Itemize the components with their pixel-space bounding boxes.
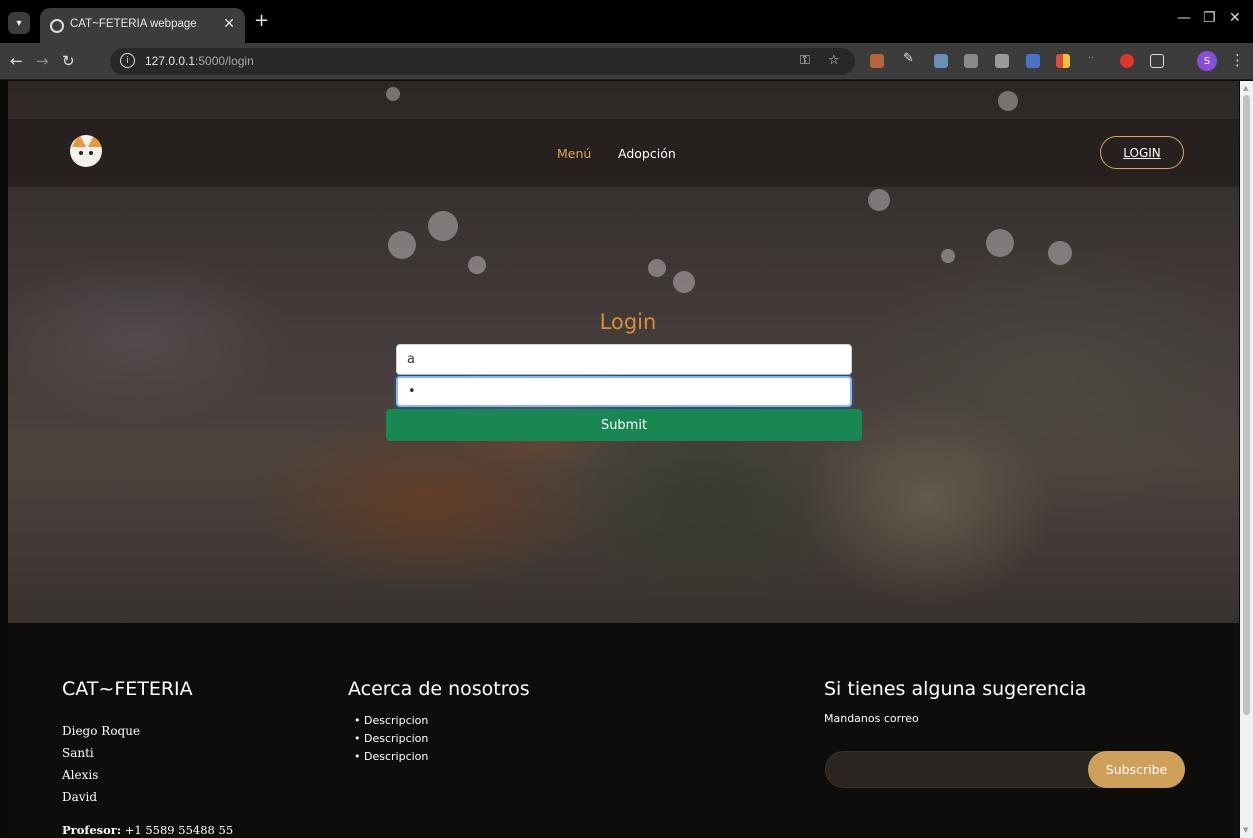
- site-info-icon[interactable]: i: [120, 53, 135, 68]
- globe-icon: [50, 19, 64, 33]
- back-icon[interactable]: ←: [10, 52, 23, 70]
- bookmark-star-icon[interactable]: ☆: [828, 53, 840, 68]
- minimize-icon[interactable]: —: [1177, 10, 1191, 26]
- browser-tab[interactable]: CAT~FETERIA webpage ✕: [40, 8, 245, 44]
- browser-tab-bar: ▾ CAT~FETERIA webpage ✕ + — ❐ ✕: [0, 0, 1253, 44]
- list-item: Descripcion: [364, 748, 428, 766]
- list-item: Descripcion: [364, 730, 428, 748]
- extension-icon[interactable]: [1026, 54, 1040, 68]
- site-footer: CAT~FETERIA Diego Roque Santi Alexis Dav…: [8, 623, 1239, 838]
- password-input[interactable]: •: [396, 376, 852, 407]
- new-tab-icon[interactable]: +: [254, 10, 269, 31]
- team-member: Santi: [62, 746, 94, 760]
- profesor-phone: +1 5589 55488 55: [124, 823, 234, 837]
- footer-team-list: Diego Roque Santi Alexis David: [62, 720, 140, 808]
- browser-toolbar: ← → ↻ i 127.0.0.1:5000/login ⚿ ☆ ✎ ·· S …: [0, 43, 1253, 80]
- scroll-down-icon[interactable]: ▼: [1243, 826, 1248, 834]
- puzzle-extensions-icon[interactable]: [1150, 54, 1164, 68]
- site-navbar: Menú Adopción LOGIN: [8, 119, 1239, 187]
- window-close-icon[interactable]: ✕: [1229, 10, 1241, 26]
- more-extensions-icon[interactable]: ··: [1088, 53, 1102, 67]
- tab-title: CAT~FETERIA webpage: [70, 18, 197, 30]
- login-title: Login: [599, 310, 657, 334]
- subscribe-button[interactable]: Subscribe: [1088, 751, 1185, 788]
- tab-search-chevron-icon[interactable]: ▾: [8, 12, 30, 34]
- footer-about-list: Descripcion Descripcion Descripcion: [364, 712, 428, 766]
- extension-icon[interactable]: [1056, 54, 1070, 68]
- submit-button[interactable]: Submit: [386, 409, 862, 441]
- footer-suggest-subtitle: Mandanos correo: [824, 712, 919, 725]
- footer-about-title: Acerca de nosotros: [348, 678, 530, 700]
- extension-icon[interactable]: [995, 54, 1009, 68]
- footer-profesor: Profesor: +1 5589 55488 55: [62, 823, 234, 837]
- page-scrollbar[interactable]: ▲ ▼: [1240, 81, 1253, 838]
- profile-avatar[interactable]: S: [1197, 51, 1217, 71]
- url-text: 127.0.0.1:5000/login: [145, 54, 254, 68]
- team-member: Diego Roque: [62, 724, 141, 738]
- scrollbar-thumb[interactable]: [1243, 95, 1250, 715]
- team-member: David: [62, 790, 98, 804]
- list-item: Descripcion: [364, 712, 428, 730]
- footer-brand: CAT~FETERIA: [62, 678, 193, 700]
- restore-icon[interactable]: ❐: [1203, 10, 1216, 26]
- extension-icon[interactable]: [934, 54, 948, 68]
- extension-icon[interactable]: [1120, 54, 1134, 68]
- scroll-up-icon[interactable]: ▲: [1243, 84, 1248, 92]
- footer-suggest-title: Si tienes alguna sugerencia: [824, 678, 1087, 700]
- reload-icon[interactable]: ↻: [62, 52, 75, 70]
- nav-adopcion-link[interactable]: Adopción: [618, 146, 676, 161]
- nav-menu-link[interactable]: Menú: [557, 146, 591, 161]
- page-viewport: Menú Adopción LOGIN Login a • Submit CAT…: [8, 81, 1239, 838]
- forward-icon[interactable]: →: [36, 52, 49, 70]
- password-key-icon[interactable]: ⚿: [800, 53, 810, 68]
- login-button[interactable]: LOGIN: [1100, 136, 1184, 169]
- extension-icon[interactable]: [870, 54, 884, 68]
- close-tab-icon[interactable]: ✕: [223, 16, 235, 32]
- extension-icon[interactable]: [964, 54, 978, 68]
- eyedropper-icon[interactable]: ✎: [903, 51, 917, 66]
- team-member: Alexis: [62, 768, 99, 782]
- username-input[interactable]: a: [396, 344, 852, 375]
- browser-menu-icon[interactable]: ⋮: [1230, 51, 1245, 69]
- cat-logo-icon[interactable]: [70, 135, 102, 167]
- address-bar[interactable]: i 127.0.0.1:5000/login ⚿ ☆: [110, 48, 855, 75]
